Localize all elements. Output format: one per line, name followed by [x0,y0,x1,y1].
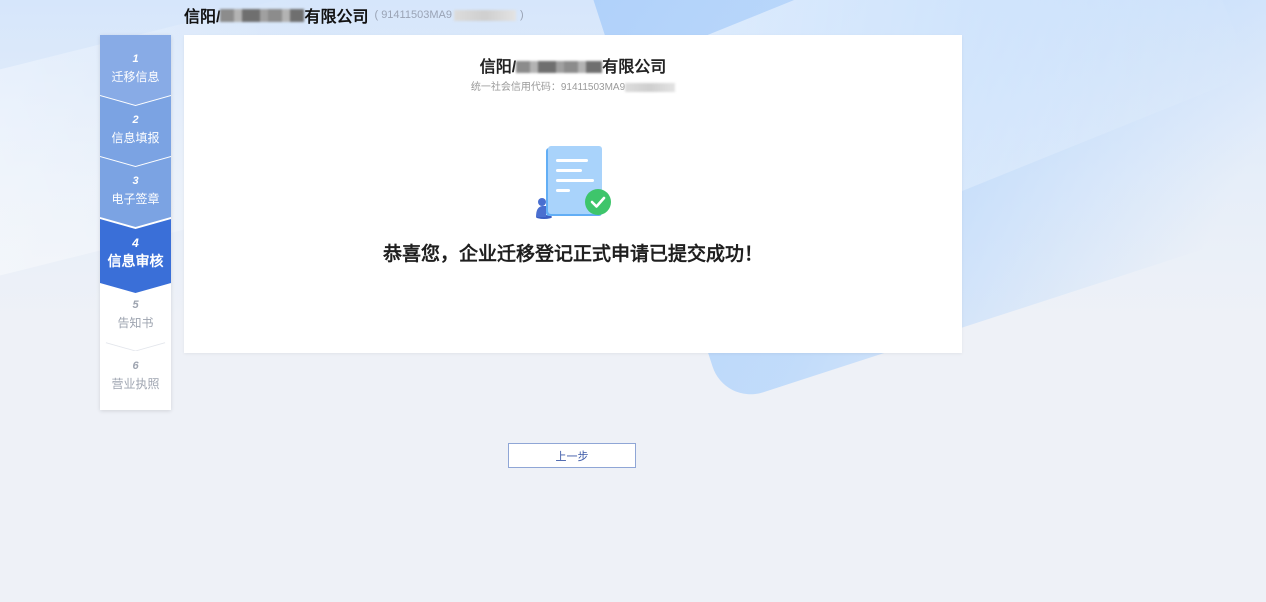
step-2[interactable]: 2 信息填报 [100,96,171,166]
card-credit-code: 统一社会信用代码：91411503MA9 [184,78,962,93]
step-number: 3 [132,175,139,187]
step-1[interactable]: 1 迁移信息 [100,35,171,105]
step-label: 信息审核 [107,253,164,269]
progress-stepper: 1 迁移信息 2 信息填报 3 电子签章 4 信息审核 5 告知书 6 营业执照 [100,35,171,410]
step-label: 迁移信息 [111,70,160,84]
company-name-suffix: 有限公司 [304,9,369,26]
redacted-credit-code [625,82,676,92]
redacted-company-name [220,8,305,22]
redacted-company-name [516,60,603,73]
result-card: 信阳/有限公司 统一社会信用代码：91411503MA9 恭喜您，企业迁移登记正… [184,35,962,353]
step-3[interactable]: 3 电子签章 [100,157,171,227]
step-6: 6 营业执照 [100,342,171,412]
document-check-icon [536,146,611,219]
success-message: 恭喜您，企业迁移登记正式申请已提交成功！ [382,244,763,265]
step-label: 告知书 [117,316,154,330]
previous-step-button[interactable]: 上一步 [508,443,636,468]
step-number: 5 [132,299,139,311]
card-title-prefix: 信阳/ [479,59,517,76]
step-number: 4 [132,236,139,250]
credit-code-close: ) [519,9,524,21]
step-label: 电子签章 [111,192,160,206]
redacted-credit-code [453,9,516,21]
company-header: 信阳/ 有限公司 ( 91411503MA9 ) [184,4,524,26]
step-number: 2 [132,114,139,126]
step-label: 营业执照 [111,377,160,391]
credit-code-label: 统一社会信用代码：91411503MA9 [470,82,626,93]
step-number: 1 [132,53,139,65]
company-name-prefix: 信阳/ [184,9,221,26]
step-number: 6 [132,360,139,372]
card-company-title: 信阳/有限公司 [184,53,962,77]
step-5: 5 告知书 [100,281,171,351]
step-label: 信息填报 [111,131,160,145]
credit-code-open: ( 91411503MA9 [374,9,452,21]
card-title-suffix: 有限公司 [602,59,667,76]
step-4[interactable]: 4 信息审核 [100,219,171,293]
